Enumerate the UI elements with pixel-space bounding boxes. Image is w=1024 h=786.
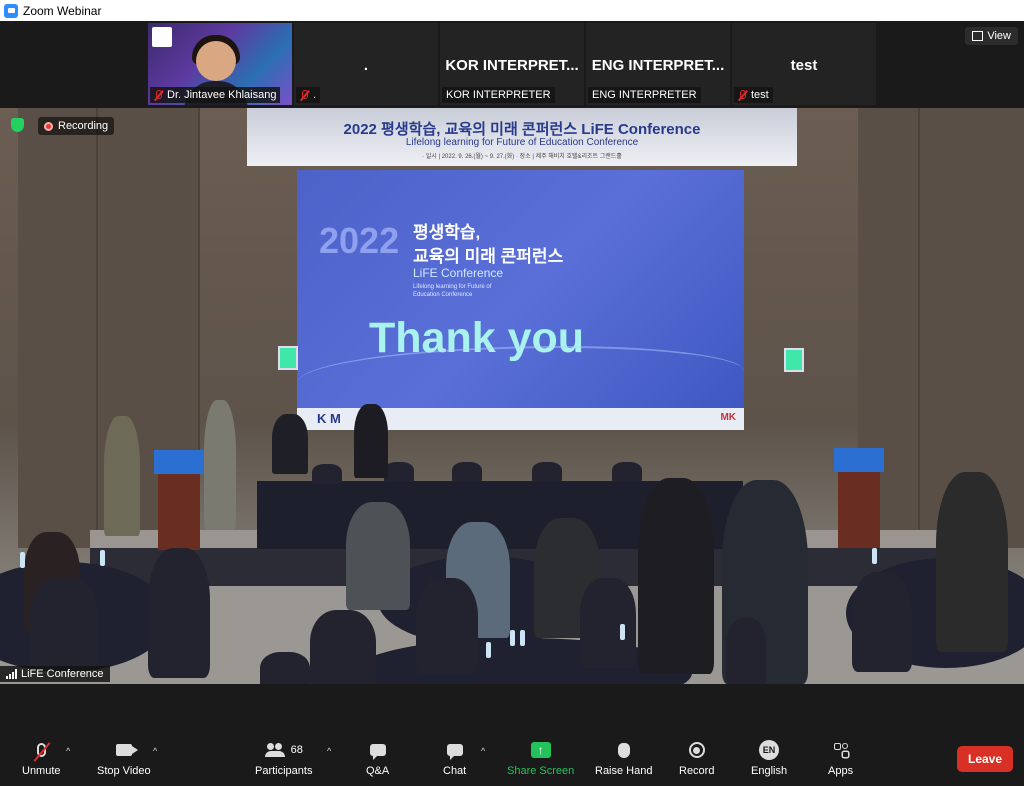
participants-count: 68 [290,744,303,756]
signal-strength-icon [6,669,17,679]
participant-label: ENG INTERPRETER [588,87,701,103]
participants-button[interactable]: 68 Participants [255,741,312,777]
participant-tile-jintavee[interactable]: Dr. Jintavee Khlaisang [148,23,292,105]
zoom-app-icon [4,3,18,18]
seated-person [272,414,308,474]
view-button[interactable]: View [965,27,1018,45]
screen-footer-logo: K M [317,411,341,426]
unmute-button[interactable]: Unmute [22,741,61,777]
participant-strip: Dr. Jintavee Khlaisang . . KOR INTERPRET… [0,21,1024,108]
video-options-chevron-icon[interactable]: ^ [153,746,157,756]
microphone-muted-icon [36,743,46,757]
chat-icon [446,744,463,760]
screen-title-line1: 평생학습, [413,223,481,242]
conference-banner: 2022 평생학습, 교육의 미래 콘퍼런스 LiFE Conference L… [247,108,797,166]
main-video-stage[interactable]: 2022 평생학습, 교육의 미래 콘퍼런스 LiFE Conference L… [0,108,1024,684]
participant-label: test [734,87,773,103]
encryption-shield-icon[interactable] [11,118,24,132]
apps-button[interactable]: Apps [828,741,853,777]
participant-label: KOR INTERPRETER [442,87,555,103]
participant-display-name: test [790,57,818,74]
chat-button[interactable]: Chat [443,741,466,777]
seated-person [346,502,410,610]
raise-hand-icon [617,742,630,758]
standing-person [104,416,140,536]
mic-muted-icon [300,89,309,101]
participant-label: . [296,87,321,103]
standing-person [638,478,714,674]
share-screen-icon: ↑ [530,742,551,758]
participant-tile-kor-interpreter[interactable]: KOR INTERPRET... KOR INTERPRETER [440,23,584,105]
participants-options-chevron-icon[interactable]: ^ [327,746,331,756]
standing-person [204,400,236,530]
chat-options-chevron-icon[interactable]: ^ [481,746,485,756]
screen-title-line2: 교육의 미래 콘퍼런스 [413,247,564,266]
participants-icon [264,743,285,757]
banner-meta: · 일시 | 2022. 9. 26.(월) ~ 9. 27.(화) · 장소 … [422,154,622,160]
qa-icon [369,744,386,760]
participant-display-name: KOR INTERPRET... [445,57,579,74]
window-title: Zoom Webinar [23,3,102,18]
banner-title: 2022 평생학습, 교육의 미래 콘퍼런스 LiFE Conference [343,121,701,138]
event-logo-icon [152,27,172,47]
active-speaker-label: LiFE Conference [0,666,110,682]
audio-options-chevron-icon[interactable]: ^ [66,746,70,756]
participant-tile-dot[interactable]: . . [294,23,438,105]
video-camera-icon [115,744,138,756]
apps-icon [833,743,848,757]
participant-display-name: . [363,57,369,74]
exit-light [278,346,298,370]
participant-label: Dr. Jintavee Khlaisang [150,87,281,103]
meeting-toolbar: Unmute ^ Stop Video ^ 68 Participants ^ … [0,684,1024,786]
exit-light [784,348,804,372]
mic-muted-icon [154,89,163,101]
standing-person [936,472,1008,652]
screen-conference-name: LiFE Conference [413,266,504,280]
banner-subtitle: Lifelong learning for Future of Educatio… [405,137,639,148]
screen-footer-sponsor: MK [720,412,736,423]
leave-button[interactable]: Leave [957,746,1013,772]
stop-video-button[interactable]: Stop Video [97,741,151,777]
recording-indicator[interactable]: Recording [38,117,115,135]
record-button[interactable]: Record [679,741,714,777]
participant-video [196,41,236,81]
language-icon: EN [759,740,780,760]
qa-button[interactable]: Q&A [366,741,389,777]
participant-tile-eng-interpreter[interactable]: ENG INTERPRET... ENG INTERPRETER [586,23,730,105]
screen-tagline: Lifelong learning for Future of Educatio… [413,284,492,298]
recording-dot-icon [44,121,53,131]
record-icon [688,742,705,758]
standing-person [354,404,388,478]
share-screen-button[interactable]: ↑ Share Screen [507,741,574,777]
mic-muted-icon [738,89,747,101]
podium-left [154,450,204,550]
raise-hand-button[interactable]: Raise Hand [595,741,652,777]
participant-tile-test[interactable]: test test [732,23,876,105]
participant-display-name: ENG INTERPRET... [591,57,725,74]
screen-wave-graphic [297,346,744,408]
podium-right [834,448,884,548]
screen-year: 2022 [319,220,400,261]
language-button[interactable]: EN English [751,740,787,777]
grid-view-icon [972,31,984,41]
presentation-screen: 2022 평생학습, 교육의 미래 콘퍼런스 LiFE Conference L… [297,170,744,430]
window-titlebar: Zoom Webinar [0,0,1024,22]
